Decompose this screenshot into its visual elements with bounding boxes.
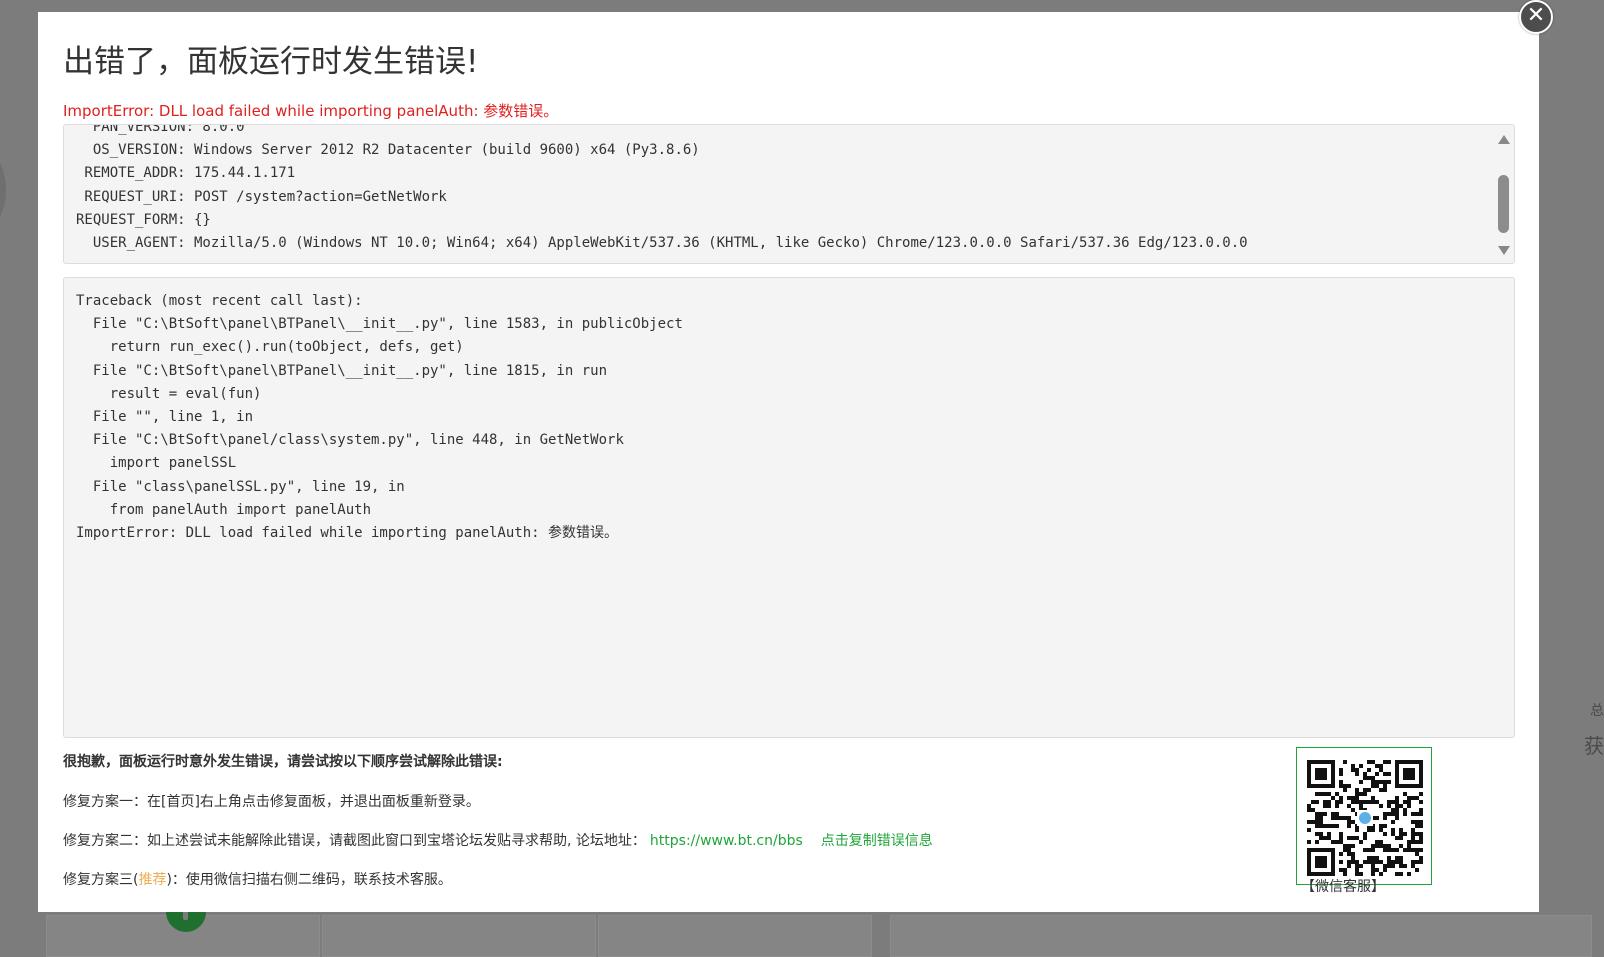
fix-option-2: 修复方案二：如上述尝试未能解除此错误，请截图此窗口到宝塔论坛发贴寻求帮助, 论坛…	[63, 830, 933, 850]
background-card	[598, 915, 872, 957]
help-section: 很抱歉，面板运行时意外发生错误，请尝试按以下顺序尝试解除此错误: 修复方案一：在…	[63, 751, 933, 888]
background-card	[322, 915, 596, 957]
fix-option-1-text: 修复方案一：在[首页]右上角点击修复面板，并退出面板重新登录。	[63, 794, 480, 810]
wechat-qr-code	[1296, 747, 1432, 885]
qr-code-icon	[1307, 760, 1423, 876]
scroll-up-arrow-icon[interactable]	[1498, 135, 1510, 144]
scroll-down-arrow-icon[interactable]	[1498, 246, 1510, 255]
env-scrollbar[interactable]	[1495, 127, 1512, 261]
traceback-text: Traceback (most recent call last): File …	[76, 293, 683, 542]
qr-caption: 【微信客服】	[1301, 879, 1385, 895]
error-dialog: 出错了，面板运行时发生错误! ImportError: DLL load fai…	[38, 12, 1539, 912]
fix-option-3-prefix: 修复方案三(	[63, 872, 139, 888]
fix-option-2-text: 修复方案二：如上述尝试未能解除此错误，请截图此窗口到宝塔论坛发贴寻求帮助, 论坛…	[63, 833, 646, 849]
copy-error-button[interactable]: 点击复制错误信息	[821, 833, 933, 849]
background-hint-text: 获	[1584, 734, 1604, 758]
error-message: ImportError: DLL load failed while impor…	[63, 102, 559, 120]
close-dialog-button[interactable]: ✕	[1519, 0, 1553, 34]
help-intro: 很抱歉，面板运行时意外发生错误，请尝试按以下顺序尝试解除此错误:	[63, 754, 503, 770]
recommend-label: 推荐	[138, 872, 167, 888]
dialog-title: 出错了，面板运行时发生错误!	[63, 44, 479, 80]
scroll-thumb[interactable]	[1498, 175, 1509, 233]
background-card	[890, 915, 1592, 957]
fix-option-1: 修复方案一：在[首页]右上角点击修复面板，并退出面板重新登录。	[63, 791, 480, 811]
fix-option-3: 修复方案三(推荐)：使用微信扫描右侧二维码，联系技术客服。	[63, 869, 452, 889]
fix-option-3-suffix: )：使用微信扫描右侧二维码，联系技术客服。	[166, 872, 452, 888]
close-icon: ✕	[1526, 3, 1546, 28]
background-decoration	[0, 150, 6, 230]
traceback-box[interactable]: Traceback (most recent call last): File …	[63, 277, 1515, 738]
environment-info-text: PAN_VERSION: 8.0.0 OS_VERSION: Windows S…	[76, 124, 1248, 252]
forum-link[interactable]: https://www.bt.cn/bbs	[650, 833, 803, 849]
environment-info-box[interactable]: PAN_VERSION: 8.0.0 OS_VERSION: Windows S…	[63, 124, 1515, 264]
background-hint-text: 总	[1590, 703, 1604, 719]
